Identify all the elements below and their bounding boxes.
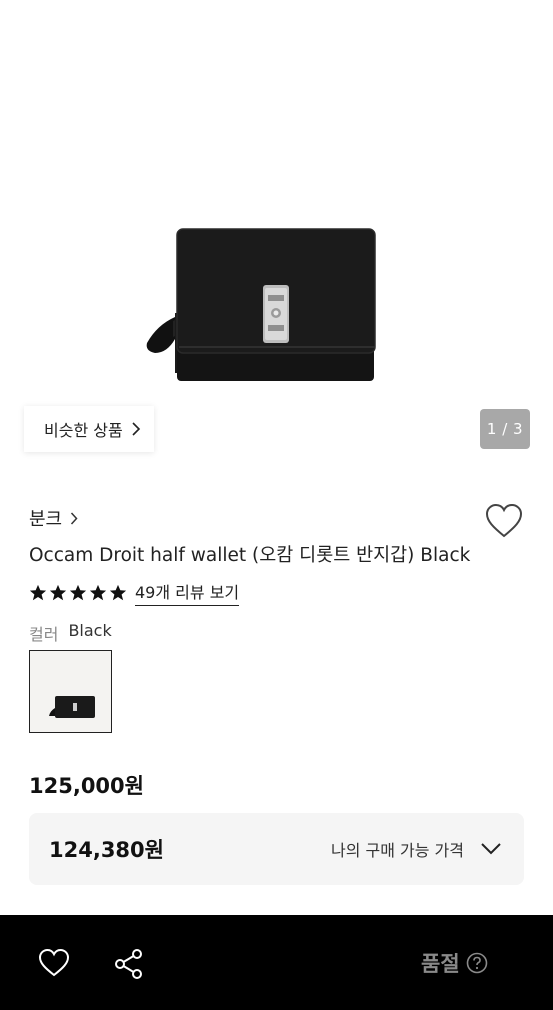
image-pager-indicator: 1 / 3	[480, 409, 530, 449]
wallet-product-image	[146, 228, 376, 381]
color-value: Black	[68, 621, 112, 640]
share-icon[interactable]	[113, 948, 145, 980]
star-icon	[89, 584, 107, 600]
rating-row: 49개 리뷰 보기	[29, 579, 240, 606]
star-icon	[69, 584, 87, 600]
star-icon	[29, 584, 47, 600]
review-link[interactable]: 49개 리뷰 보기	[135, 579, 240, 606]
brand-name: 분크	[29, 509, 63, 530]
product-image-gallery[interactable]	[0, 0, 553, 470]
brand-link[interactable]: 분크	[29, 505, 78, 531]
bottom-action-bar: 품절	[0, 915, 553, 1010]
question-circle-icon[interactable]	[466, 952, 488, 974]
color-label: 컬러	[29, 625, 59, 644]
product-price: 125,000원	[29, 774, 144, 798]
my-price-toggle[interactable]: 나의 구매 가능 가격	[331, 837, 502, 861]
chevron-down-icon	[481, 843, 501, 855]
my-price-label: 나의 구매 가능 가격	[330, 841, 464, 860]
star-icon	[49, 584, 67, 600]
sold-out-label: 품절	[421, 952, 460, 976]
star-icon	[109, 584, 127, 600]
chevron-right-icon	[132, 422, 140, 436]
heart-icon[interactable]	[38, 948, 70, 978]
product-title: Occam Droit half wallet (오캄 디롯트 반지갑) Bla…	[29, 545, 471, 566]
heart-icon[interactable]	[485, 503, 523, 539]
sold-out-status: 품절	[421, 948, 488, 978]
wallet-thumbnail	[49, 696, 95, 718]
chevron-right-icon	[71, 511, 78, 525]
pager-text: 1 / 3	[486, 420, 524, 438]
color-row: 컬러 Black	[29, 621, 112, 645]
rating-stars	[29, 584, 127, 602]
my-price-amount: 124,380원	[49, 838, 164, 862]
similar-products-label: 비슷한 상품	[44, 421, 123, 440]
my-price-dropdown[interactable]: 124,380원 나의 구매 가능 가격	[29, 813, 524, 885]
color-swatch-black[interactable]	[29, 650, 112, 733]
similar-products-button[interactable]: 비슷한 상품	[24, 406, 154, 452]
